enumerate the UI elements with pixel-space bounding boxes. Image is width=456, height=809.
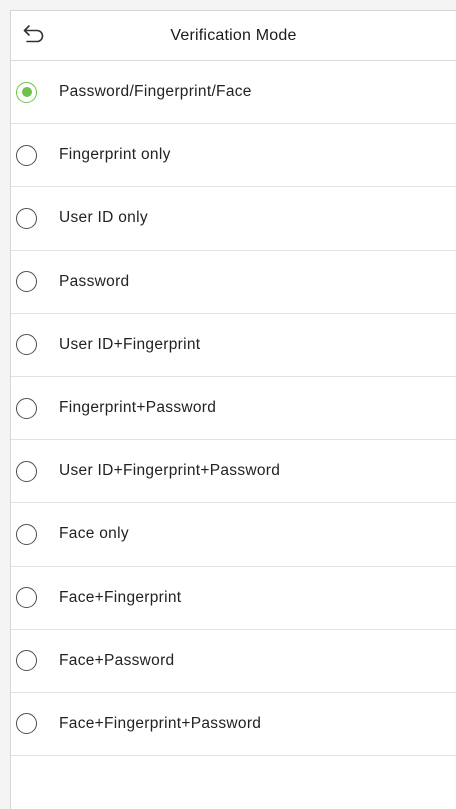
back-arrow-icon [22,24,46,49]
option-label: Fingerprint+Password [59,399,217,417]
verification-option[interactable]: User ID+Fingerprint+Password [11,440,456,504]
radio-button[interactable] [16,334,37,356]
radio-button[interactable] [16,650,37,672]
radio-button[interactable] [16,587,37,609]
radio-button[interactable] [16,271,37,293]
verification-mode-list: Password/Fingerprint/Face Fingerprint onl… [11,61,456,757]
radio-button[interactable] [16,713,37,735]
verification-option[interactable]: User ID only [11,187,456,251]
option-label: Face+Fingerprint [59,588,182,606]
verification-mode-screen: Verification Mode Password/Fingerprint/F… [10,10,456,809]
radio-button[interactable] [16,460,37,482]
title-bar: Verification Mode [11,11,456,61]
verification-option[interactable]: Face+Fingerprint+Password [11,693,456,757]
verification-option[interactable]: Password [11,251,456,314]
verification-option[interactable]: Password/Fingerprint/Face [11,61,456,125]
option-label: Face+Fingerprint+Password [59,714,262,732]
option-label: Face+Password [59,651,175,669]
radio-button[interactable] [16,81,37,103]
option-label: Fingerprint only [59,146,171,164]
radio-selected-dot [21,87,32,98]
radio-button[interactable] [16,397,37,419]
radio-button[interactable] [16,523,37,545]
back-button[interactable] [17,21,51,51]
option-label: User ID only [59,209,148,227]
option-label: Face only [59,525,129,543]
option-label: User ID+Fingerprint [59,335,201,353]
verification-option[interactable]: Face+Password [11,630,456,693]
verification-option[interactable]: Face+Fingerprint [11,567,456,630]
verification-option[interactable]: User ID+Fingerprint [11,314,456,377]
verification-option[interactable]: Fingerprint+Password [11,377,456,441]
radio-button[interactable] [16,207,37,229]
page-title: Verification Mode [170,27,297,44]
option-label: User ID+Fingerprint+Password [59,462,281,480]
option-label: Password [59,272,130,290]
radio-button[interactable] [16,144,37,166]
option-label: Password/Fingerprint/Face [59,83,252,101]
verification-option[interactable]: Fingerprint only [11,124,456,188]
verification-option[interactable]: Face only [11,503,456,567]
